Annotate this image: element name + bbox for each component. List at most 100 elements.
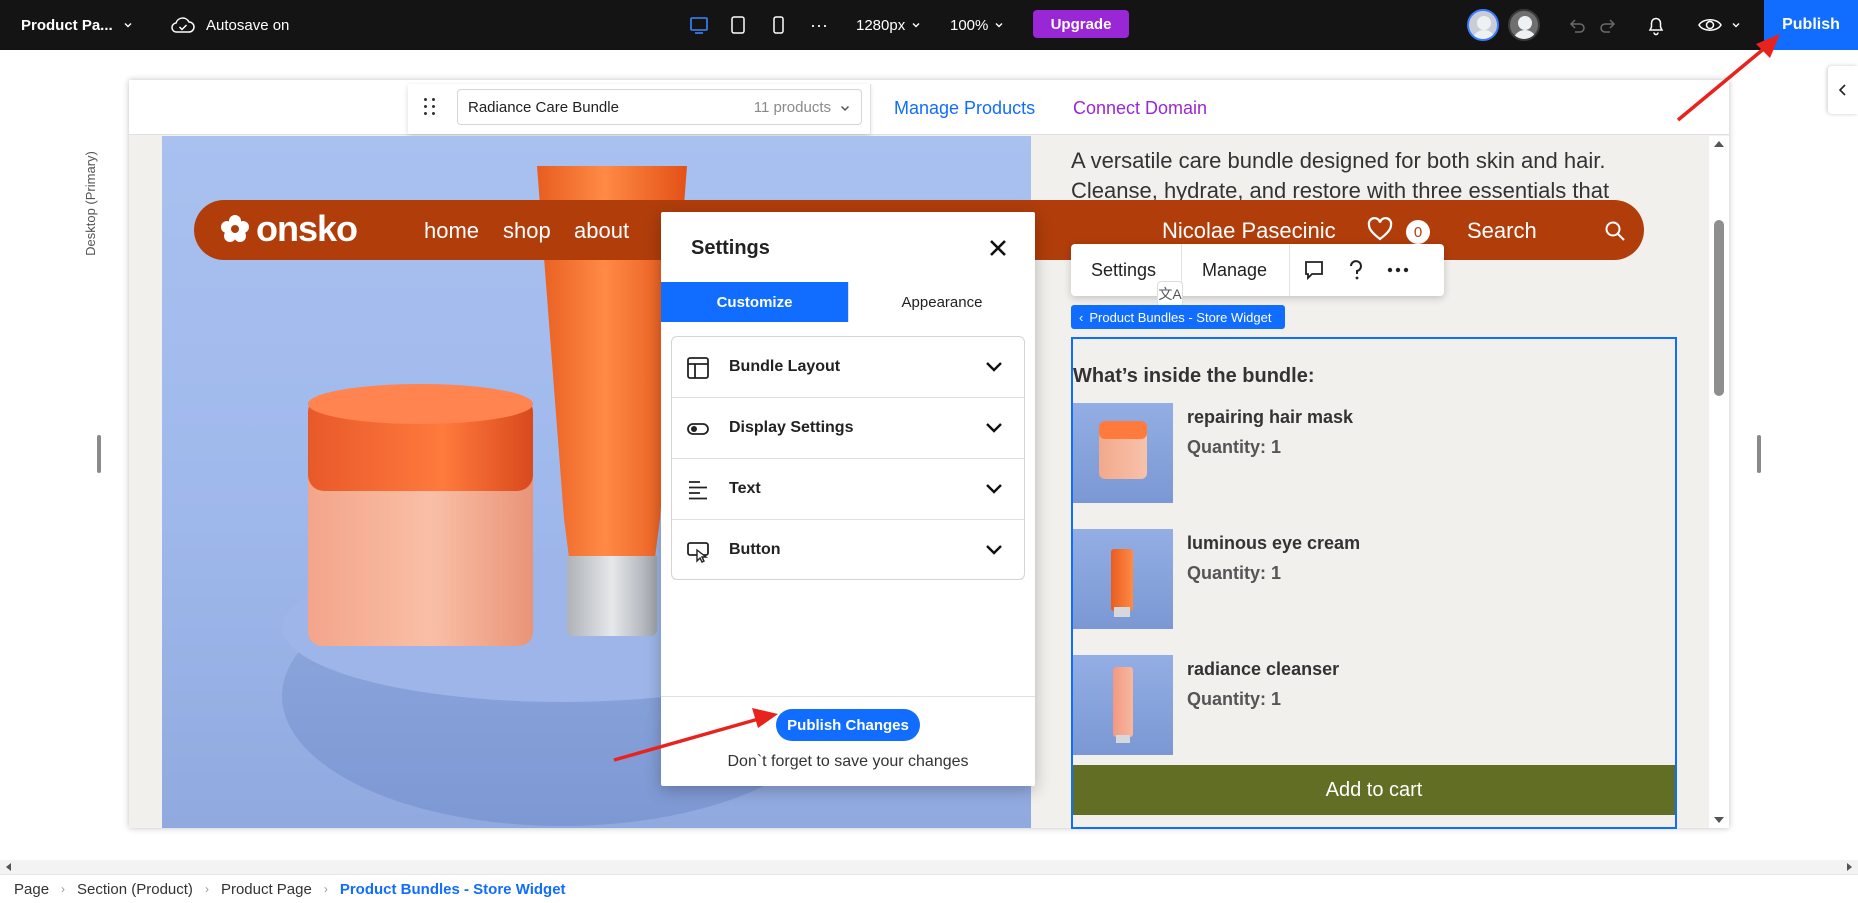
logo-text: onsko: [256, 208, 358, 249]
breadcrumb: Page › Section (Product) › Product Page …: [0, 874, 1858, 903]
comment-icon: [1305, 261, 1323, 281]
canvas-scrollbar[interactable]: [1709, 136, 1729, 828]
zoom-selector[interactable]: 100%: [950, 0, 1004, 50]
panel-footer: Publish Changes Don`t forget to save you…: [661, 696, 1035, 786]
autosave-status[interactable]: Autosave on: [170, 0, 289, 50]
breakpoint-label[interactable]: Desktop (Primary): [83, 136, 122, 286]
chevron-down-icon: [995, 23, 1003, 28]
settings-panel: Settings Customize Appearance Bundle Lay…: [661, 212, 1035, 786]
list-item[interactable]: luminous eye cream Quantity: 1: [1073, 529, 1675, 629]
avatar[interactable]: [1467, 9, 1499, 41]
product-description[interactable]: A versatile care bundle designed for bot…: [1071, 146, 1631, 200]
redo-icon: [1600, 19, 1616, 33]
tablet-icon: [731, 16, 745, 34]
section-button[interactable]: Button: [672, 520, 1024, 581]
nav-home[interactable]: home: [424, 218, 479, 244]
section-text[interactable]: Text: [672, 459, 1024, 520]
section-display-settings[interactable]: Display Settings: [672, 398, 1024, 459]
page-menu[interactable]: Product Pa...: [21, 0, 133, 50]
more-views-button[interactable]: ···: [810, 0, 828, 50]
element-manage-button[interactable]: Manage: [1202, 244, 1267, 296]
element-settings-label: Settings: [1091, 259, 1157, 280]
bundle-name: Radiance Care Bundle: [468, 99, 619, 116]
cloud-check-icon: [171, 17, 195, 33]
publish-button[interactable]: Publish: [1764, 0, 1858, 50]
action-bar-divider: [1289, 244, 1290, 296]
list-item[interactable]: radiance cleanser Quantity: 1: [1073, 655, 1675, 755]
desktop-view-button[interactable]: [688, 0, 710, 50]
chevron-right-icon: ›: [204, 882, 209, 896]
tablet-view-button[interactable]: [728, 0, 748, 50]
chevron-down-icon: [986, 545, 1002, 555]
chevron-down-icon: [986, 484, 1002, 494]
widget-name-label: Product Bundles - Store Widget: [1089, 309, 1272, 325]
drag-handle-icon[interactable]: [424, 98, 436, 116]
breadcrumb-page[interactable]: Page: [14, 881, 49, 898]
width-value: 1280px: [856, 16, 906, 34]
chevron-down-icon: [124, 23, 132, 28]
undo-icon: [1569, 19, 1585, 33]
button-cursor-icon: [687, 542, 709, 563]
tab-customize[interactable]: Customize: [661, 282, 848, 322]
notifications-button[interactable]: [1645, 0, 1667, 50]
widget-name-tag[interactable]: ‹ Product Bundles - Store Widget: [1071, 305, 1285, 329]
width-selector[interactable]: 1280px: [856, 0, 921, 50]
settings-accordion: Bundle Layout Display Settings Text Butt…: [671, 336, 1025, 580]
manage-products-link[interactable]: Manage Products: [894, 98, 1035, 119]
chevron-right-icon: ›: [323, 882, 328, 896]
nav-shop[interactable]: shop: [503, 218, 551, 244]
undo-button[interactable]: [1566, 0, 1588, 50]
right-panel-toggle[interactable]: [1828, 66, 1858, 114]
product-thumbnail: [1073, 655, 1173, 755]
left-resize-handle[interactable]: [97, 435, 101, 473]
section-bundle-layout[interactable]: Bundle Layout: [672, 337, 1024, 398]
section-label: Button: [729, 541, 781, 558]
list-item[interactable]: repairing hair mask Quantity: 1: [1073, 403, 1675, 503]
scrollbar-thumb[interactable]: [1714, 220, 1724, 396]
breadcrumb-widget[interactable]: Product Bundles - Store Widget: [340, 881, 566, 898]
product-bundle-widget[interactable]: What’s inside the bundle: repairing hair…: [1071, 337, 1677, 829]
add-to-cart-button[interactable]: Add to cart: [1073, 765, 1675, 815]
element-manage-label: Manage: [1202, 259, 1268, 280]
bell-icon: [1648, 17, 1664, 36]
search-icon[interactable]: [1604, 220, 1626, 242]
eye-icon: [1698, 19, 1722, 31]
preview-button[interactable]: [1697, 0, 1741, 50]
publish-changes-button[interactable]: Publish Changes: [776, 709, 920, 741]
nav-about[interactable]: about: [574, 218, 629, 244]
horizontal-scrollbar[interactable]: [0, 860, 1858, 874]
connect-domain-link[interactable]: Connect Domain: [1073, 98, 1207, 119]
desktop-icon: [690, 17, 708, 34]
help-button[interactable]: [1347, 244, 1365, 296]
user-name[interactable]: Nicolae Pasecinic: [1162, 218, 1336, 244]
translate-icon[interactable]: 文A: [1157, 281, 1183, 307]
more-actions-button[interactable]: [1387, 244, 1409, 296]
mobile-icon: [773, 16, 784, 34]
breadcrumb-section[interactable]: Section (Product): [77, 881, 193, 898]
more-icon: ···: [810, 14, 828, 35]
bundle-heading: What’s inside the bundle:: [1073, 365, 1315, 387]
site-logo[interactable]: onsko: [220, 208, 358, 250]
toggle-icon: [687, 423, 709, 435]
tab-appearance[interactable]: Appearance: [848, 282, 1035, 322]
scroll-up-icon: [1714, 141, 1724, 147]
upgrade-button[interactable]: Upgrade: [1033, 10, 1129, 38]
product-thumbnail: [1073, 529, 1173, 629]
heart-icon[interactable]: [1366, 216, 1394, 242]
chevron-left-icon: ‹: [1079, 309, 1084, 325]
right-resize-handle[interactable]: [1757, 435, 1761, 473]
redo-button[interactable]: [1597, 0, 1619, 50]
scroll-right-icon: [1847, 863, 1852, 871]
close-icon[interactable]: [986, 236, 1010, 260]
breadcrumb-product-page[interactable]: Product Page: [221, 881, 312, 898]
avatar[interactable]: [1508, 9, 1540, 41]
mobile-view-button[interactable]: [768, 0, 788, 50]
section-label: Text: [729, 480, 761, 497]
flower-icon: [221, 215, 249, 242]
bundle-dropdown[interactable]: Radiance Care Bundle 11 products: [457, 89, 862, 125]
element-settings-button[interactable]: Settings: [1091, 244, 1156, 296]
autosave-label: Autosave on: [206, 16, 290, 34]
comment-button[interactable]: [1303, 244, 1325, 296]
panel-title: Settings: [691, 237, 770, 259]
search-label[interactable]: Search: [1467, 218, 1537, 244]
